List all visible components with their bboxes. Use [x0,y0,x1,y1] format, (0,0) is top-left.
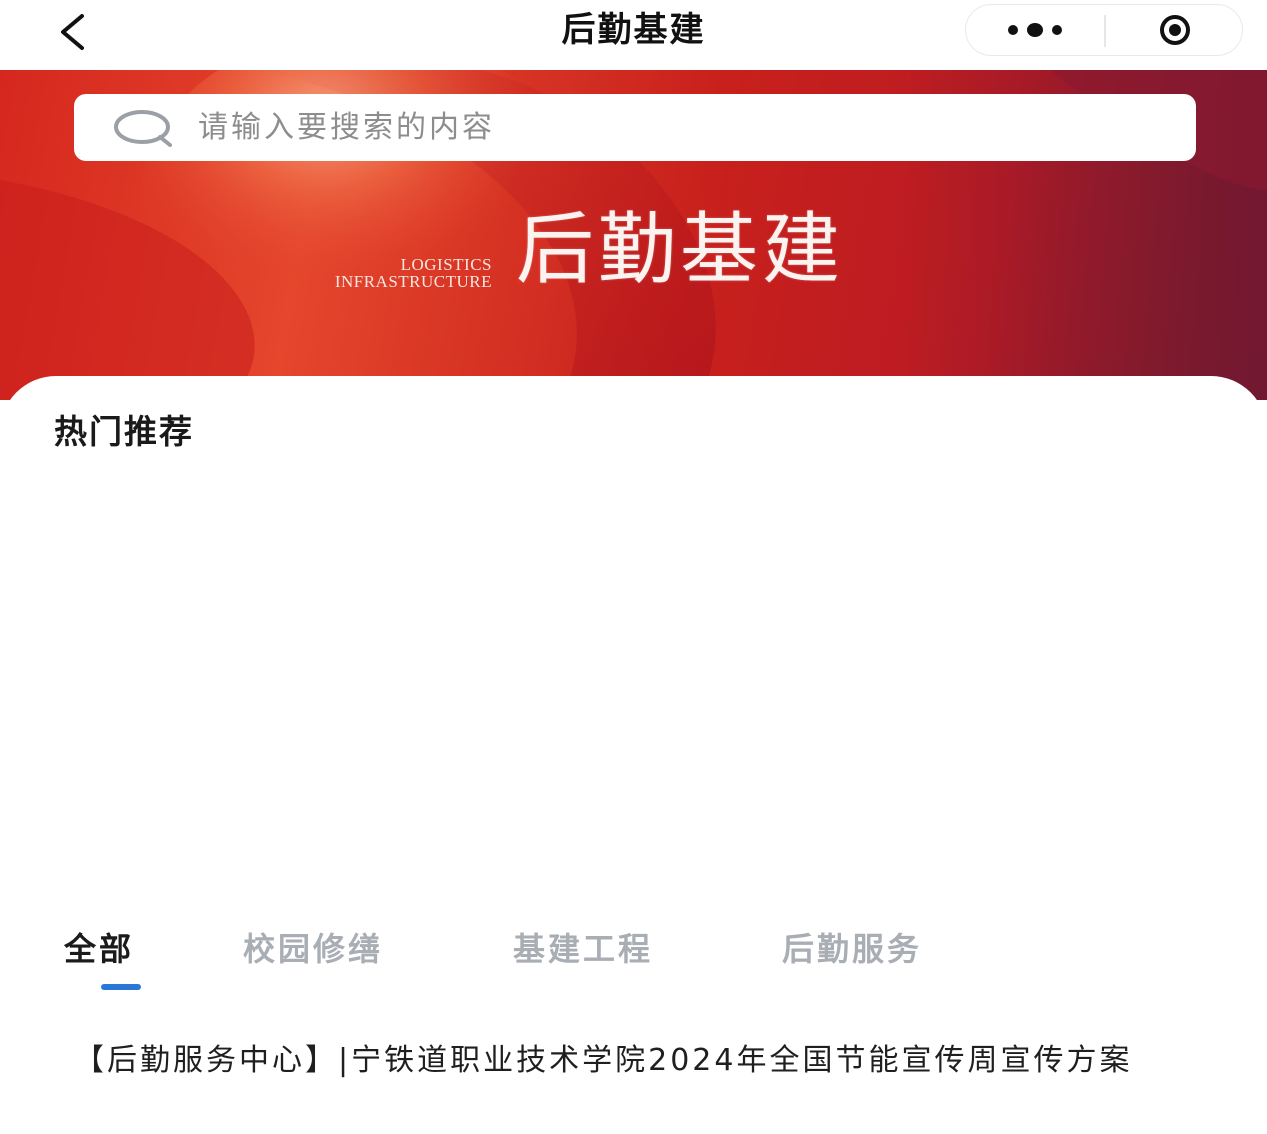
tab-infrastructure-project[interactable]: 基建工程 [513,924,653,974]
article-title: 【后勤服务中心】|宁铁道职业技术学院2024年全国节能宣传周宣传方案 [74,1043,1133,1078]
active-tab-indicator [101,984,141,990]
tab-logistics-service[interactable]: 后勤服务 [782,924,922,974]
mini-program-capsule [965,4,1243,56]
more-button[interactable] [966,5,1104,55]
banner: LOGISTICS INFRASTRUCTURE 后勤基建 [0,70,1267,400]
more-dots-icon [1008,23,1062,37]
close-button[interactable] [1106,5,1244,55]
content-panel: 热门推荐 全部 校园修缮 基建工程 后勤服务 【后勤服务中心】|宁铁道职业技术学… [0,376,1267,1134]
banner-english-subtitle: LOGISTICS INFRASTRUCTURE [335,256,492,290]
target-close-icon [1160,15,1190,45]
navigation-bar: 后勤基建 [0,0,1267,70]
search-input[interactable] [196,104,1176,150]
search-icon[interactable] [112,110,174,148]
tab-campus-repair[interactable]: 校园修缮 [243,924,383,974]
banner-title: 后勤基建 [516,205,845,295]
category-tabs: 全部 校园修缮 基建工程 后勤服务 [0,924,1267,994]
tab-all[interactable]: 全部 [64,924,134,974]
banner-english-line-1: LOGISTICS [400,255,492,274]
section-title-hot-recommend: 热门推荐 [54,412,194,451]
banner-english-line-2: INFRASTRUCTURE [334,272,492,291]
article-item[interactable]: 【后勤服务中心】|宁铁道职业技术学院2024年全国节能宣传周宣传方案 [74,1040,1194,1082]
